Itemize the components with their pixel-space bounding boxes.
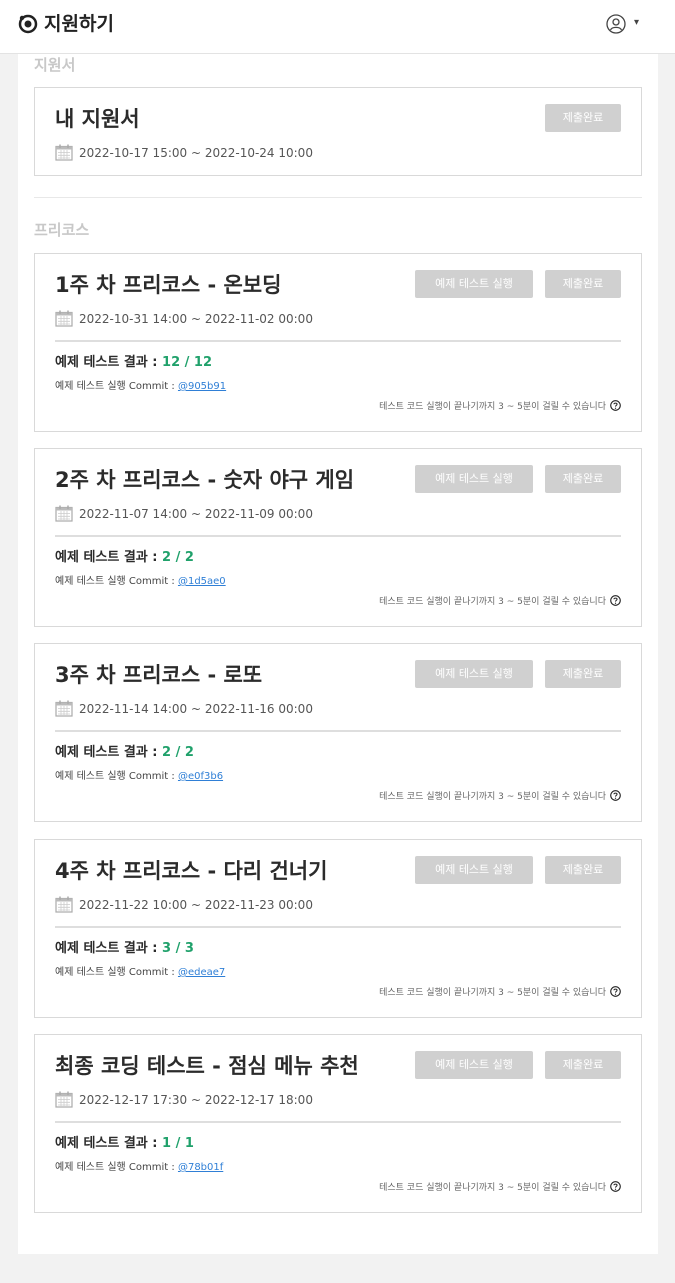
mission-title: 최종 코딩 테스트 - 점심 메뉴 추천 bbox=[55, 1054, 359, 1078]
commit-link[interactable]: @1d5ae0 bbox=[178, 576, 226, 587]
card-title: 내 지원서 bbox=[55, 107, 140, 131]
commit-label: 예제 테스트 실행 Commit : bbox=[55, 771, 178, 782]
note-text: 테스트 코드 실행이 끝나기까지 3 ~ 5분이 걸릴 수 있습니다 bbox=[379, 597, 606, 607]
date-range: 2022-10-31 14:00 ~ 2022-11-02 00:00 bbox=[79, 312, 313, 326]
date-range: 2022-11-14 14:00 ~ 2022-11-16 00:00 bbox=[79, 702, 313, 716]
help-icon[interactable] bbox=[610, 595, 621, 606]
run-time-note: 테스트 코드 실행이 끝나기까지 3 ~ 5분이 걸릴 수 있습니다 bbox=[379, 595, 621, 609]
commit-info: 예제 테스트 실행 Commit : @78b01f bbox=[55, 1161, 223, 1175]
run-time-note: 테스트 코드 실행이 끝나기까지 3 ~ 5분이 걸릴 수 있습니다 bbox=[379, 790, 621, 804]
section-title-application: 지원서 bbox=[34, 56, 76, 74]
help-icon[interactable] bbox=[610, 400, 621, 411]
commit-info: 예제 테스트 실행 Commit : @e0f3b6 bbox=[55, 770, 223, 784]
mission-card: 3주 차 프리코스 - 로또 2022-11-14 14:00 ~ 2022-11… bbox=[34, 643, 642, 822]
run-time-note: 테스트 코드 실행이 끝나기까지 3 ~ 5분이 걸릴 수 있습니다 bbox=[379, 986, 621, 1000]
commit-link[interactable]: @e0f3b6 bbox=[178, 771, 223, 782]
mission-card: 2주 차 프리코스 - 숫자 야구 게임 2022-11-07 14:00 ~ 2… bbox=[34, 448, 642, 627]
mission-title: 2주 차 프리코스 - 숫자 야구 게임 bbox=[55, 468, 355, 492]
run-test-button[interactable]: 예제 테스트 실행 bbox=[415, 1051, 533, 1079]
run-test-button[interactable]: 예제 테스트 실행 bbox=[415, 856, 533, 884]
test-result: 예제 테스트 결과 : 2 / 2 bbox=[55, 744, 194, 762]
date-range: 2022-10-17 15:00 ~ 2022-10-24 10:00 bbox=[79, 146, 313, 160]
test-result-label: 예제 테스트 결과 : bbox=[55, 550, 163, 565]
commit-link[interactable]: @905b91 bbox=[178, 381, 226, 392]
date-range: 2022-11-22 10:00 ~ 2022-11-23 00:00 bbox=[79, 898, 313, 912]
note-text: 테스트 코드 실행이 끝나기까지 3 ~ 5분이 걸릴 수 있습니다 bbox=[379, 402, 606, 412]
calendar-icon bbox=[55, 700, 73, 717]
commit-info: 예제 테스트 실행 Commit : @905b91 bbox=[55, 380, 226, 394]
mission-card: 최종 코딩 테스트 - 점심 메뉴 추천 2022-12-17 17:30 ~ 2… bbox=[34, 1034, 642, 1213]
card-divider bbox=[55, 730, 621, 732]
status-badge: 제출완료 bbox=[545, 270, 621, 298]
commit-link[interactable]: @78b01f bbox=[178, 1162, 223, 1173]
section-divider bbox=[34, 197, 642, 198]
test-result: 예제 테스트 결과 : 1 / 1 bbox=[55, 1135, 194, 1153]
run-time-note: 테스트 코드 실행이 끝나기까지 3 ~ 5분이 걸릴 수 있습니다 bbox=[379, 400, 621, 414]
mission-title: 4주 차 프리코스 - 다리 건너기 bbox=[55, 859, 328, 883]
note-text: 테스트 코드 실행이 끝나기까지 3 ~ 5분이 걸릴 수 있습니다 bbox=[379, 988, 606, 998]
commit-info: 예제 테스트 실행 Commit : @1d5ae0 bbox=[55, 575, 226, 589]
note-text: 테스트 코드 실행이 끝나기까지 3 ~ 5분이 걸릴 수 있습니다 bbox=[379, 792, 606, 802]
application-card: 내 지원서 2022-10-17 15:00 ~ 2022-10-24 10:0… bbox=[34, 87, 642, 176]
note-text: 테스트 코드 실행이 끝나기까지 3 ~ 5분이 걸릴 수 있습니다 bbox=[379, 1183, 606, 1193]
test-result: 예제 테스트 결과 : 2 / 2 bbox=[55, 549, 194, 567]
logo-icon[interactable] bbox=[18, 14, 38, 34]
test-score: 12 / 12 bbox=[162, 355, 213, 370]
mission-title: 3주 차 프리코스 - 로또 bbox=[55, 663, 263, 687]
status-badge: 제출완료 bbox=[545, 856, 621, 884]
mission-card: 4주 차 프리코스 - 다리 건너기 2022-11-22 10:00 ~ 202… bbox=[34, 839, 642, 1018]
calendar-icon bbox=[55, 310, 73, 327]
card-divider bbox=[55, 1121, 621, 1123]
commit-label: 예제 테스트 실행 Commit : bbox=[55, 576, 178, 587]
calendar-icon bbox=[55, 144, 73, 161]
test-result-label: 예제 테스트 결과 : bbox=[55, 1136, 163, 1151]
test-result: 예제 테스트 결과 : 12 / 12 bbox=[55, 354, 212, 372]
commit-label: 예제 테스트 실행 Commit : bbox=[55, 967, 178, 978]
commit-info: 예제 테스트 실행 Commit : @edeae7 bbox=[55, 966, 225, 980]
date-range: 2022-11-07 14:00 ~ 2022-11-09 00:00 bbox=[79, 507, 313, 521]
status-badge: 제출완료 bbox=[545, 1051, 621, 1079]
calendar-icon bbox=[55, 896, 73, 913]
help-icon[interactable] bbox=[610, 986, 621, 997]
card-divider bbox=[55, 926, 621, 928]
date-range: 2022-12-17 17:30 ~ 2022-12-17 18:00 bbox=[79, 1093, 313, 1107]
test-score: 2 / 2 bbox=[162, 745, 194, 760]
calendar-icon bbox=[55, 1091, 73, 1108]
test-result-label: 예제 테스트 결과 : bbox=[55, 745, 163, 760]
card-divider bbox=[55, 535, 621, 537]
test-result-label: 예제 테스트 결과 : bbox=[55, 355, 163, 370]
user-menu[interactable]: ▾ bbox=[606, 14, 646, 36]
test-score: 1 / 1 bbox=[162, 1136, 194, 1151]
main-content: 지원서 내 지원서 2022-10-17 15:00 ~ 2022-10-24 … bbox=[18, 54, 658, 1254]
card-divider bbox=[55, 340, 621, 342]
help-icon[interactable] bbox=[610, 790, 621, 801]
commit-link[interactable]: @edeae7 bbox=[178, 967, 225, 978]
mission-card: 1주 차 프리코스 - 온보딩 2022-10-31 14:00 ~ 2022-1… bbox=[34, 253, 642, 432]
chevron-down-icon[interactable]: ▾ bbox=[634, 17, 639, 28]
run-test-button[interactable]: 예제 테스트 실행 bbox=[415, 270, 533, 298]
commit-label: 예제 테스트 실행 Commit : bbox=[55, 1162, 178, 1173]
top-bar: 지원하기 ▾ bbox=[0, 0, 675, 54]
test-score: 3 / 3 bbox=[162, 941, 194, 956]
help-icon[interactable] bbox=[610, 1181, 621, 1192]
test-score: 2 / 2 bbox=[162, 550, 194, 565]
status-badge: 제출완료 bbox=[545, 660, 621, 688]
user-avatar-icon[interactable] bbox=[606, 14, 626, 34]
calendar-icon bbox=[55, 505, 73, 522]
commit-label: 예제 테스트 실행 Commit : bbox=[55, 381, 178, 392]
test-result: 예제 테스트 결과 : 3 / 3 bbox=[55, 940, 194, 958]
mission-title: 1주 차 프리코스 - 온보딩 bbox=[55, 273, 282, 297]
run-time-note: 테스트 코드 실행이 끝나기까지 3 ~ 5분이 걸릴 수 있습니다 bbox=[379, 1181, 621, 1195]
run-test-button[interactable]: 예제 테스트 실행 bbox=[415, 660, 533, 688]
test-result-label: 예제 테스트 결과 : bbox=[55, 941, 163, 956]
section-title-precourse: 프리코스 bbox=[34, 221, 90, 239]
status-badge: 제출완료 bbox=[545, 104, 621, 132]
run-test-button[interactable]: 예제 테스트 실행 bbox=[415, 465, 533, 493]
status-badge: 제출완료 bbox=[545, 465, 621, 493]
page-title: 지원하기 bbox=[44, 13, 114, 35]
